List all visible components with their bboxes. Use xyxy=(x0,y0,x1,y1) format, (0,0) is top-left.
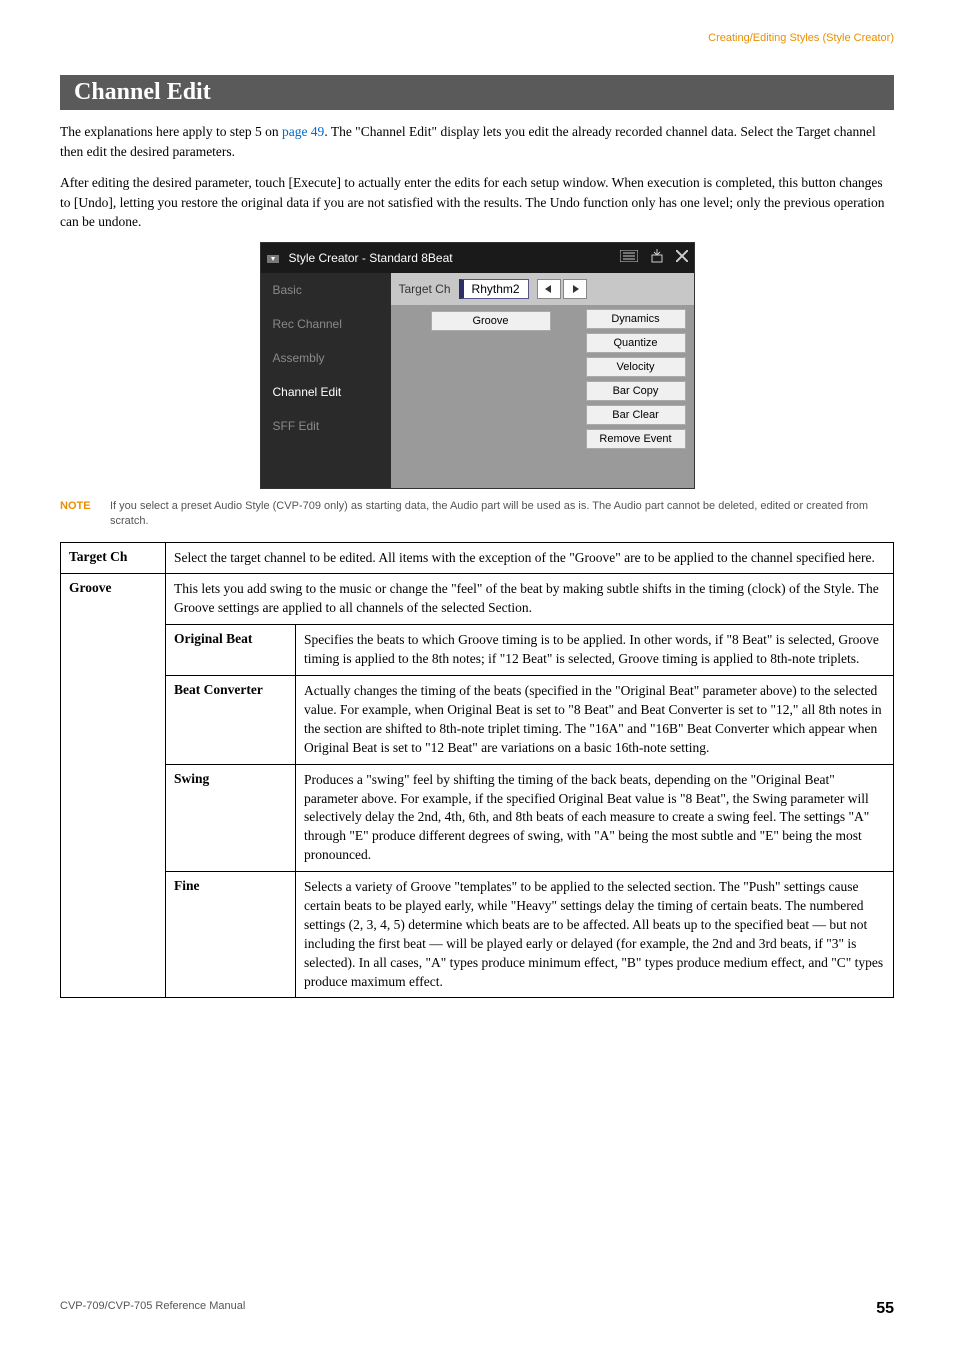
beat-converter-cell: Actually changes the timing of the beats… xyxy=(296,676,894,765)
app-icon xyxy=(267,251,285,265)
remove-event-button[interactable]: Remove Event xyxy=(586,429,686,449)
groove-cell: This lets you add swing to the music or … xyxy=(166,574,894,625)
original-beat-hdr: Original Beat xyxy=(166,625,296,676)
sidebar-item-basic[interactable]: Basic xyxy=(261,273,391,307)
target-ch-row: Target Ch Rhythm2 xyxy=(391,273,694,305)
sidebar-item-sff-edit[interactable]: SFF Edit xyxy=(261,409,391,443)
page-footer: CVP-709/CVP-705 Reference Manual 55 xyxy=(60,1300,894,1318)
screenshot-sidebar: Basic Rec Channel Assembly Channel Edit … xyxy=(261,273,391,488)
sidebar-item-channel-edit[interactable]: Channel Edit xyxy=(261,375,391,409)
target-ch-label: Target Ch xyxy=(399,282,451,296)
original-beat-cell: Specifies the beats to which Groove timi… xyxy=(296,625,894,676)
step-next-button[interactable] xyxy=(563,279,587,299)
groove-button[interactable]: Groove xyxy=(431,311,551,331)
intro-paragraph-1: The explanations here apply to step 5 on… xyxy=(60,122,894,161)
quantize-button[interactable]: Quantize xyxy=(586,333,686,353)
right-button-column: Dynamics Quantize Velocity Bar Copy Bar … xyxy=(586,309,686,449)
groove-rowhdr: Groove xyxy=(61,574,166,998)
table-row: Target Ch Select the target channel to b… xyxy=(61,542,894,574)
target-ch-value[interactable]: Rhythm2 xyxy=(459,279,529,299)
parameter-table: Target Ch Select the target channel to b… xyxy=(60,542,894,999)
window-title: Style Creator - Standard 8Beat xyxy=(289,251,620,265)
note-keyword: NOTE xyxy=(60,499,110,530)
beat-converter-hdr: Beat Converter xyxy=(166,676,296,765)
close-icon[interactable] xyxy=(676,250,688,265)
footer-left: CVP-709/CVP-705 Reference Manual xyxy=(60,1300,245,1318)
sidebar-item-rec-channel[interactable]: Rec Channel xyxy=(261,307,391,341)
bar-clear-button[interactable]: Bar Clear xyxy=(586,405,686,425)
fine-hdr: Fine xyxy=(166,872,296,998)
page-number: 55 xyxy=(876,1300,894,1318)
swing-cell: Produces a "swing" feel by shifting the … xyxy=(296,764,894,871)
window-titlebar: Style Creator - Standard 8Beat xyxy=(261,243,694,273)
table-row: Groove This lets you add swing to the mu… xyxy=(61,574,894,625)
note-text: If you select a preset Audio Style (CVP-… xyxy=(110,499,894,530)
screenshot-main: Target Ch Rhythm2 Groove Dynamics Quanti… xyxy=(391,273,694,488)
intro-paragraph-2: After editing the desired parameter, tou… xyxy=(60,173,894,232)
table-row: Fine Selects a variety of Groove "templa… xyxy=(61,872,894,998)
target-ch-cell: Select the target channel to be edited. … xyxy=(166,542,894,574)
target-ch-stepper xyxy=(537,279,587,299)
velocity-button[interactable]: Velocity xyxy=(586,357,686,377)
dynamics-button[interactable]: Dynamics xyxy=(586,309,686,329)
swing-hdr: Swing xyxy=(166,764,296,871)
target-ch-rowhdr: Target Ch xyxy=(61,542,166,574)
breadcrumb: Creating/Editing Styles (Style Creator) xyxy=(708,32,894,44)
save-icon[interactable] xyxy=(650,249,664,266)
page-link[interactable]: page 49 xyxy=(282,124,324,139)
bar-copy-button[interactable]: Bar Copy xyxy=(586,381,686,401)
note-row: NOTE If you select a preset Audio Style … xyxy=(60,499,894,530)
intro-1a: The explanations here apply to step 5 on xyxy=(60,124,282,139)
step-prev-button[interactable] xyxy=(537,279,561,299)
section-heading: Channel Edit xyxy=(60,75,894,110)
table-row: Original Beat Specifies the beats to whi… xyxy=(61,625,894,676)
table-row: Swing Produces a "swing" feel by shiftin… xyxy=(61,764,894,871)
table-row: Beat Converter Actually changes the timi… xyxy=(61,676,894,765)
list-icon[interactable] xyxy=(620,250,638,265)
fine-cell: Selects a variety of Groove "templates" … xyxy=(296,872,894,998)
device-screenshot: Style Creator - Standard 8Beat Basic Rec… xyxy=(260,242,695,489)
sidebar-item-assembly[interactable]: Assembly xyxy=(261,341,391,375)
